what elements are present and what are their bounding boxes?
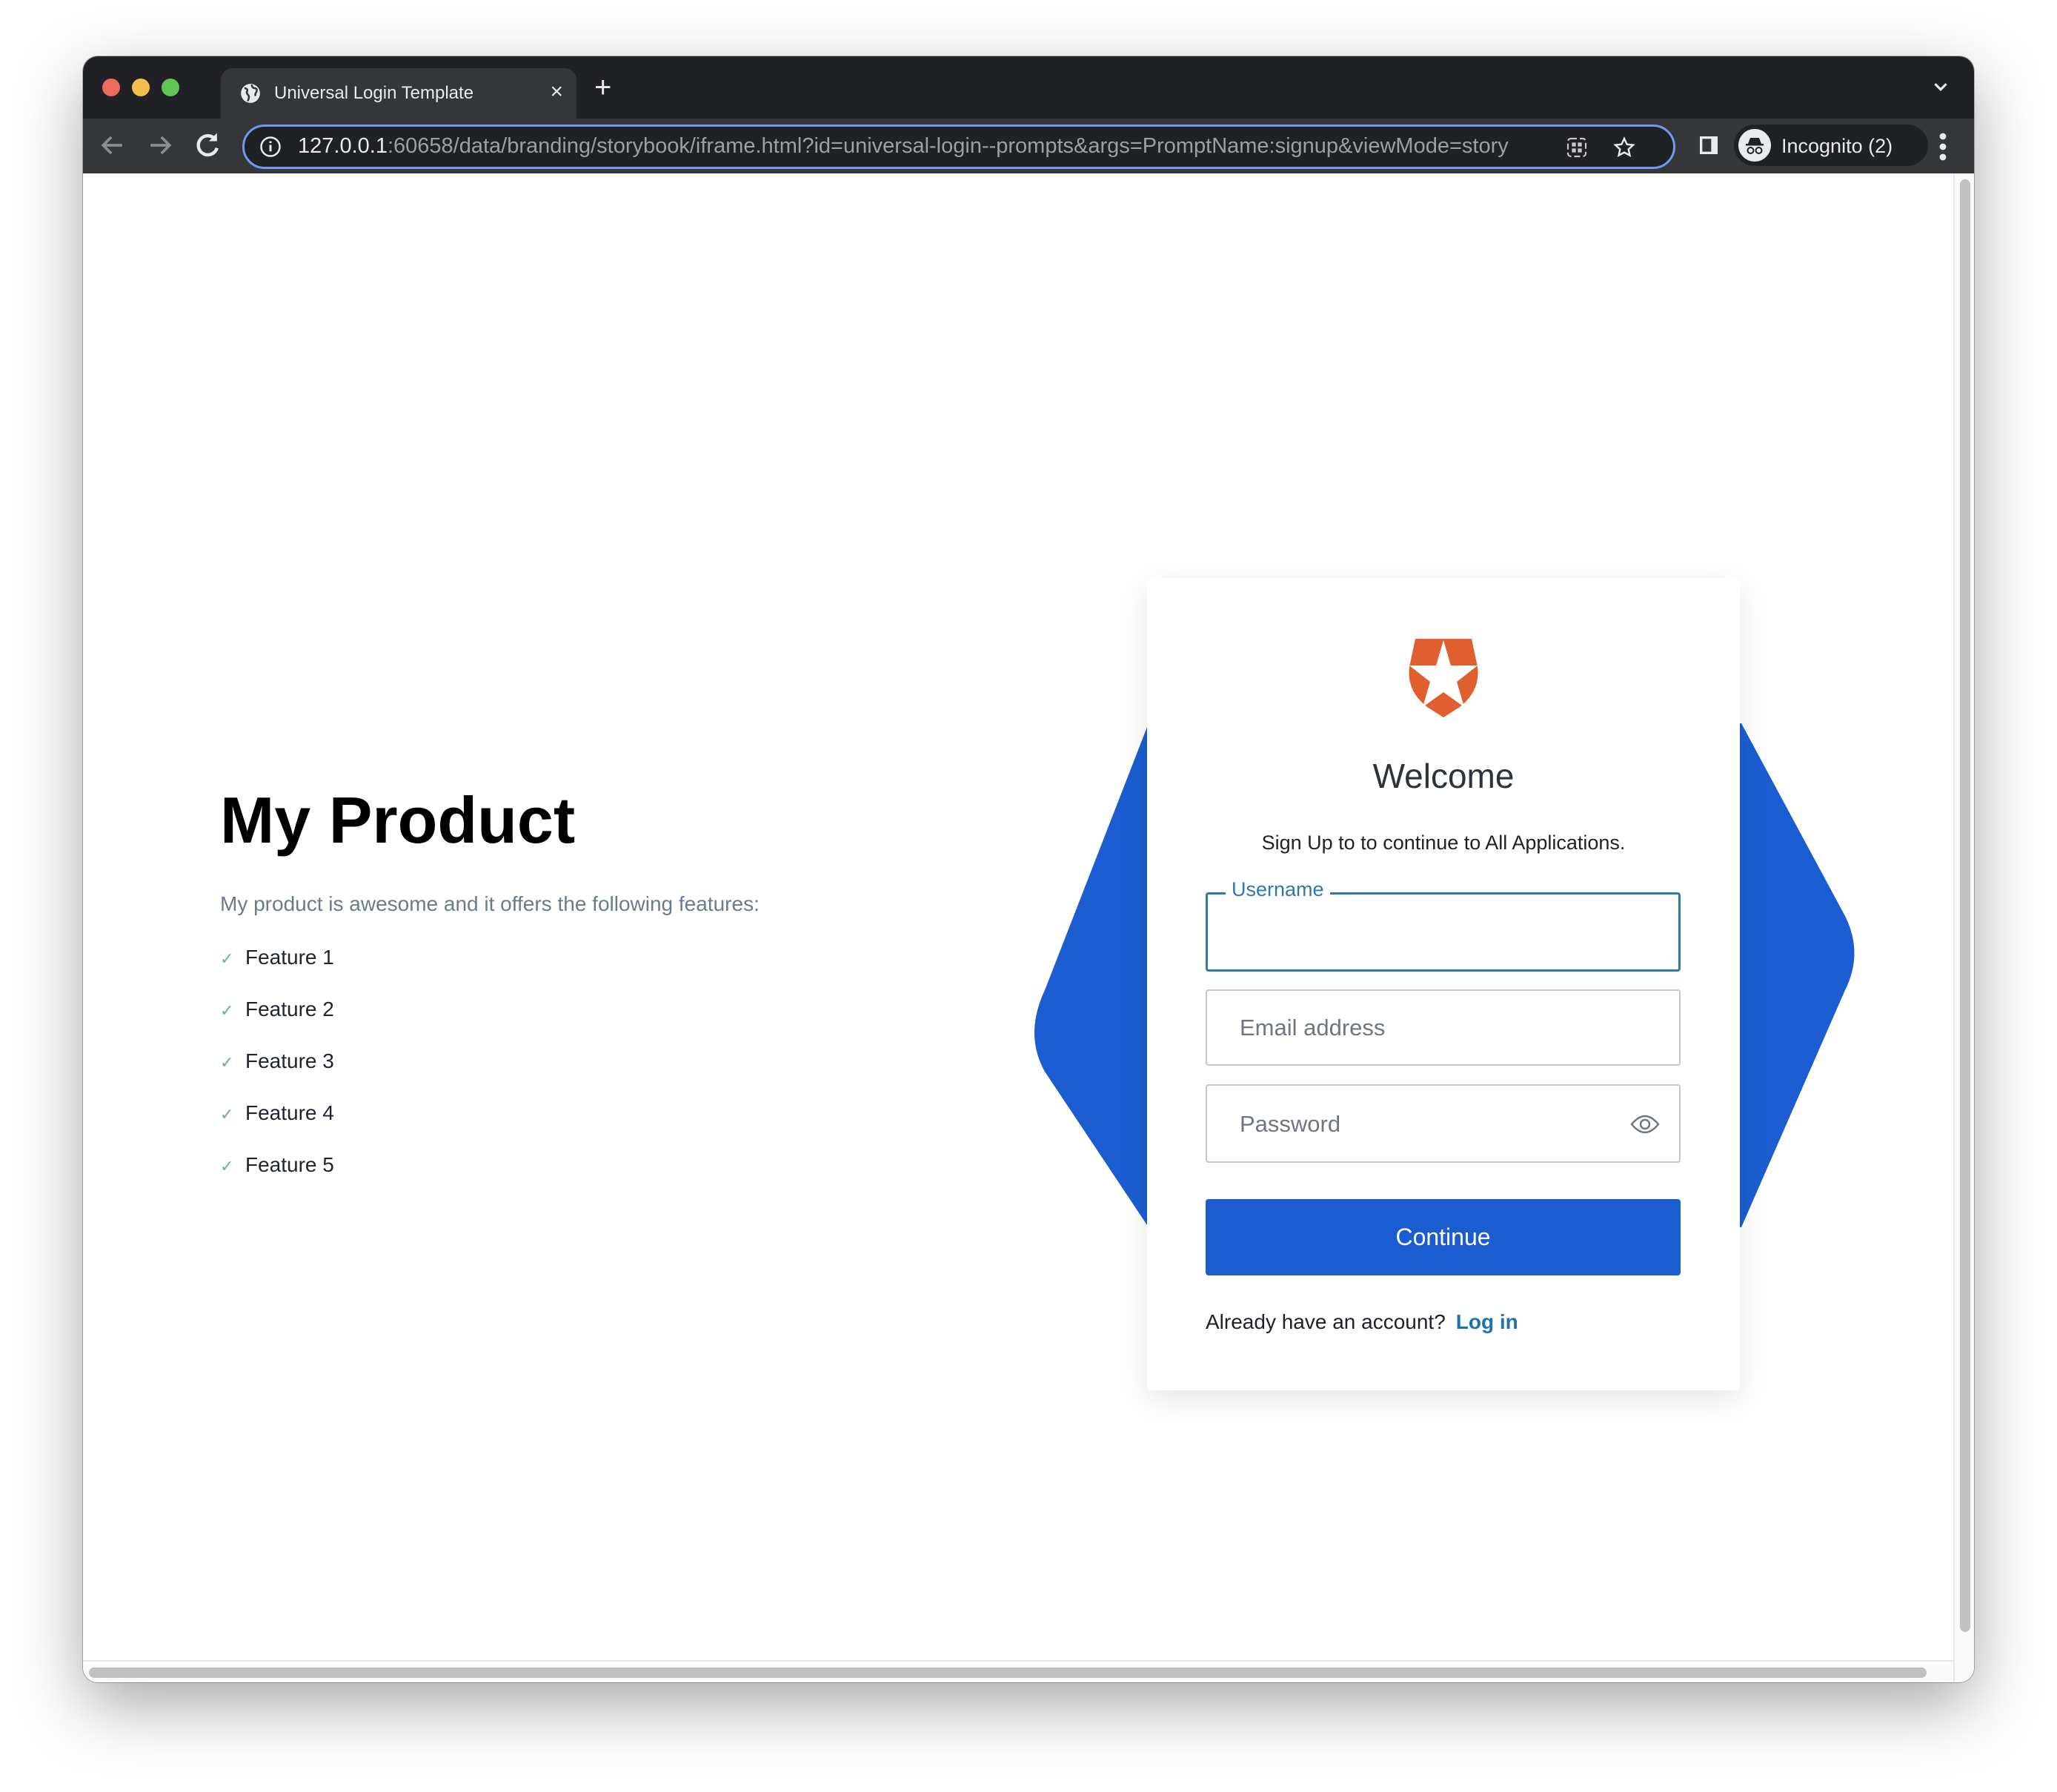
product-description: My product is awesome and it offers the … — [220, 892, 760, 915]
check-icon: ✓ — [220, 1105, 234, 1124]
feature-item: ✓ Feature 5 — [220, 1153, 334, 1176]
feature-item: ✓ Feature 4 — [220, 1101, 334, 1124]
email-field[interactable]: Email address — [1206, 989, 1681, 1066]
page-viewport: My Product My product is awesome and it … — [83, 173, 1953, 1660]
browser-toolbar: 127.0.0.1:60658/data/branding/storybook/… — [83, 119, 1974, 173]
maximize-window-button[interactable] — [162, 79, 179, 96]
password-placeholder: Password — [1240, 1111, 1341, 1137]
check-icon: ✓ — [220, 1001, 234, 1020]
minimize-window-button[interactable] — [132, 79, 150, 96]
product-title: My Product — [220, 783, 576, 857]
back-arrow-icon[interactable] — [96, 129, 129, 162]
bookmark-star-icon[interactable] — [1612, 136, 1636, 159]
url-text[interactable]: 127.0.0.1:60658/data/branding/storybook/… — [298, 134, 1509, 159]
browser-window: Universal Login Template × + 127.0.0.1:6… — [83, 56, 1974, 1682]
username-label: Username — [1226, 878, 1330, 901]
card-subtitle: Sign Up to to continue to All Applicatio… — [1261, 832, 1626, 854]
chevron-down-icon[interactable] — [1930, 76, 1952, 98]
check-icon: ✓ — [220, 949, 234, 968]
tab-close-icon[interactable]: × — [550, 79, 563, 105]
info-icon[interactable] — [259, 136, 282, 158]
new-tab-button[interactable]: + — [594, 73, 611, 102]
feature-item: ✓ Feature 2 — [220, 998, 334, 1021]
feature-item: ✓ Feature 3 — [220, 1049, 334, 1072]
address-bar[interactable]: 127.0.0.1:60658/data/branding/storybook/… — [242, 125, 1675, 169]
reload-icon[interactable] — [191, 129, 224, 162]
horizontal-scrollbar[interactable] — [83, 1660, 1953, 1682]
incognito-profile-button[interactable]: Incognito (2) — [1734, 125, 1928, 166]
incognito-label: Incognito (2) — [1781, 135, 1893, 157]
forward-arrow-icon[interactable] — [144, 129, 176, 162]
vertical-scroll-thumb[interactable] — [1960, 179, 1970, 1632]
card-title: Welcome — [1372, 757, 1515, 795]
app-grid-icon[interactable] — [1565, 136, 1589, 159]
show-password-eye-icon[interactable] — [1630, 1111, 1660, 1138]
shield-star-logo-icon — [1409, 639, 1478, 717]
log-in-link[interactable]: Log in — [1456, 1310, 1518, 1333]
browser-tab[interactable]: Universal Login Template × — [221, 68, 576, 119]
globe-icon — [241, 84, 260, 103]
username-field[interactable]: Username — [1206, 878, 1681, 972]
signup-card: Welcome Sign Up to to continue to All Ap… — [1147, 578, 1740, 1390]
continue-button[interactable]: Continue — [1206, 1199, 1681, 1275]
more-menu-icon[interactable] — [1935, 132, 1950, 162]
tab-title: Universal Login Template — [274, 83, 474, 103]
tab-strip: Universal Login Template × + — [83, 56, 1974, 119]
horizontal-scroll-thumb[interactable] — [89, 1667, 1927, 1678]
vertical-scrollbar[interactable] — [1953, 173, 1974, 1682]
close-window-button[interactable] — [102, 79, 120, 96]
feature-item: ✓ Feature 1 — [220, 946, 334, 969]
incognito-icon — [1738, 129, 1771, 162]
password-field[interactable]: Password — [1206, 1084, 1681, 1163]
side-panel-icon[interactable] — [1697, 133, 1721, 157]
check-icon: ✓ — [220, 1157, 234, 1175]
login-prompt: Already have an account? Log in — [1206, 1310, 1518, 1334]
login-prompt-text: Already have an account? — [1206, 1310, 1446, 1333]
check-icon: ✓ — [220, 1053, 234, 1072]
email-placeholder: Email address — [1240, 1015, 1386, 1041]
